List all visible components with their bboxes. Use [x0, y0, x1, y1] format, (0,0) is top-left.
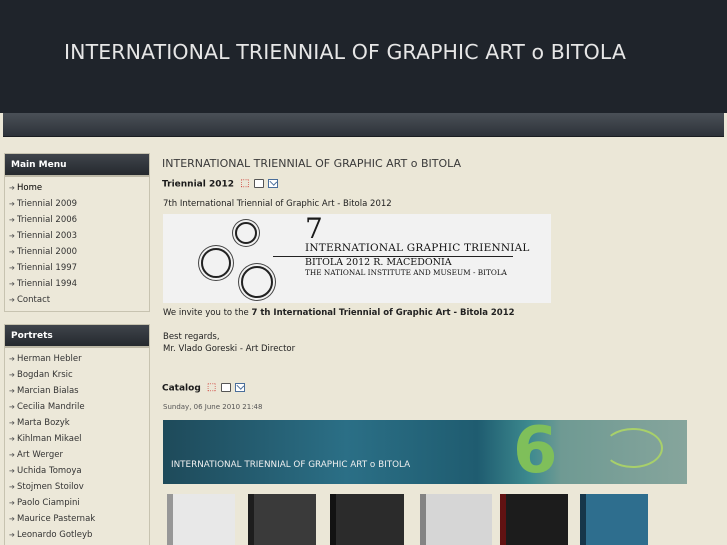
banner-number: 7: [305, 212, 323, 245]
menu-item-triennial-2000[interactable]: ➔ Triennial 2000: [5, 244, 149, 260]
arrow-right-icon: ➔: [9, 467, 15, 475]
arrow-right-icon: ➔: [9, 499, 15, 507]
arrow-right-icon: ➔: [9, 264, 15, 272]
portrets-menu-list: ➔ Herman Hebler ➔ Bogdan Krsic ➔ Marcian Bi…: [5, 348, 149, 545]
arrow-right-icon: ➔: [9, 371, 15, 379]
menu-item-triennial-2006[interactable]: ➔ Triennial 2006: [5, 212, 149, 228]
arrow-right-icon: ➔: [9, 216, 15, 224]
banner-caption: INTERNATIONAL TRIENNIAL OF GRAPHIC ART o…: [171, 460, 411, 470]
article-intro: 7th International Triennial of Graphic A…: [163, 199, 392, 209]
banner-line-3: THE NATIONAL INSTITUTE AND MUSEUM - BITO…: [305, 268, 507, 277]
pdf-icon[interactable]: ⬚: [240, 179, 250, 189]
catalog-book: [580, 494, 648, 545]
arrow-right-icon: ➔: [9, 184, 15, 192]
portrets-menu-title: Portrets: [5, 325, 149, 348]
catalog-book: [420, 494, 492, 545]
portret-item[interactable]: ➔ Kihlman Mikael: [5, 431, 149, 447]
article-heading-catalog[interactable]: Catalog ⬚: [162, 383, 249, 394]
banner-line-1: INTERNATIONAL GRAPHIC TRIENNIAL: [305, 242, 530, 254]
arrow-right-icon: ➔: [9, 387, 15, 395]
arrow-right-icon: ➔: [9, 483, 15, 491]
portret-item[interactable]: ➔ Marta Bozyk: [5, 415, 149, 431]
article-date: Sunday, 06 June 2010 21:48: [163, 403, 263, 411]
arrow-right-icon: ➔: [9, 515, 15, 523]
email-icon[interactable]: [234, 383, 245, 392]
gear-icon: [201, 248, 231, 278]
content-title: INTERNATIONAL TRIENNIAL OF GRAPHIC ART o…: [162, 157, 462, 170]
email-icon[interactable]: [268, 179, 279, 188]
portret-item[interactable]: ➔ Paolo Ciampini: [5, 495, 149, 511]
portrets-menu: Portrets ➔ Herman Hebler ➔ Bogdan Krsic ➔ M…: [4, 324, 150, 545]
arrow-right-icon: ➔: [9, 248, 15, 256]
menu-item-contact[interactable]: ➔ Contact: [5, 292, 149, 308]
article-tools: ⬚: [240, 179, 282, 189]
arrow-right-icon: ➔: [9, 232, 15, 240]
portret-item[interactable]: ➔ Uchida Tomoya: [5, 463, 149, 479]
catalog-book: [330, 494, 404, 545]
site-title: INTERNATIONAL TRIENNIAL OF GRAPHIC ART o…: [64, 40, 626, 64]
main-menu: Main Menu ➔ Home ➔ Triennial 2009 ➔ Trienni…: [4, 153, 150, 312]
article-tools: ⬚: [207, 383, 249, 393]
menu-item-triennial-2003[interactable]: ➔ Triennial 2003: [5, 228, 149, 244]
arrow-right-icon: ➔: [9, 296, 15, 304]
signature-text: Mr. Vlado Goreski - Art Director: [163, 344, 296, 354]
print-icon[interactable]: [254, 179, 265, 188]
portret-item[interactable]: ➔ Maurice Pasternak: [5, 511, 149, 527]
invite-text: We invite you to the 7 th International …: [163, 308, 515, 318]
arrow-right-icon: ➔: [9, 451, 15, 459]
banner-number: 6: [513, 420, 558, 484]
main-menu-title: Main Menu: [5, 154, 149, 177]
banner-line-2: BITOLA 2012 R. MACEDONIA: [305, 257, 452, 268]
article-heading-triennial-2012[interactable]: Triennial 2012 ⬚: [162, 179, 282, 190]
pdf-icon[interactable]: ⬚: [207, 383, 217, 393]
arrow-right-icon: ➔: [9, 280, 15, 288]
swirl-decoration: [603, 428, 663, 468]
portret-item[interactable]: ➔ Leonardo Gotleyb: [5, 527, 149, 543]
arrow-right-icon: ➔: [9, 435, 15, 443]
triennial-2012-banner: 7 INTERNATIONAL GRAPHIC TRIENNIAL BITOLA…: [163, 212, 551, 303]
arrow-right-icon: ➔: [9, 200, 15, 208]
catalog-book: [248, 494, 316, 545]
main-menu-list: ➔ Home ➔ Triennial 2009 ➔ Triennial 2006 ➔ T…: [5, 177, 149, 311]
print-icon[interactable]: [220, 383, 231, 392]
portret-item[interactable]: ➔ Herman Hebler: [5, 351, 149, 367]
arrow-right-icon: ➔: [9, 419, 15, 427]
catalog-book: [500, 494, 568, 545]
catalog-banner: 6 INTERNATIONAL TRIENNIAL OF GRAPHIC ART…: [163, 420, 687, 484]
arrow-right-icon: ➔: [9, 531, 15, 539]
arrow-right-icon: ➔: [9, 403, 15, 411]
regards-text: Best regards,: [163, 332, 220, 342]
menu-item-triennial-1997[interactable]: ➔ Triennial 1997: [5, 260, 149, 276]
portret-item[interactable]: ➔ Art Werger: [5, 447, 149, 463]
portret-item[interactable]: ➔ Stojmen Stoilov: [5, 479, 149, 495]
menu-item-home[interactable]: ➔ Home: [5, 180, 149, 196]
menu-item-triennial-1994[interactable]: ➔ Triennial 1994: [5, 276, 149, 292]
top-navbar: [3, 113, 724, 137]
gear-icon: [235, 222, 257, 244]
portret-item[interactable]: ➔ Cecilia Mandrile: [5, 399, 149, 415]
arrow-right-icon: ➔: [9, 355, 15, 363]
portret-item[interactable]: ➔ Marcian Bialas: [5, 383, 149, 399]
site-header: INTERNATIONAL TRIENNIAL OF GRAPHIC ART o…: [0, 0, 727, 113]
catalog-book: [167, 494, 235, 545]
gear-icon: [241, 266, 273, 298]
portret-item[interactable]: ➔ Bogdan Krsic: [5, 367, 149, 383]
menu-item-triennial-2009[interactable]: ➔ Triennial 2009: [5, 196, 149, 212]
